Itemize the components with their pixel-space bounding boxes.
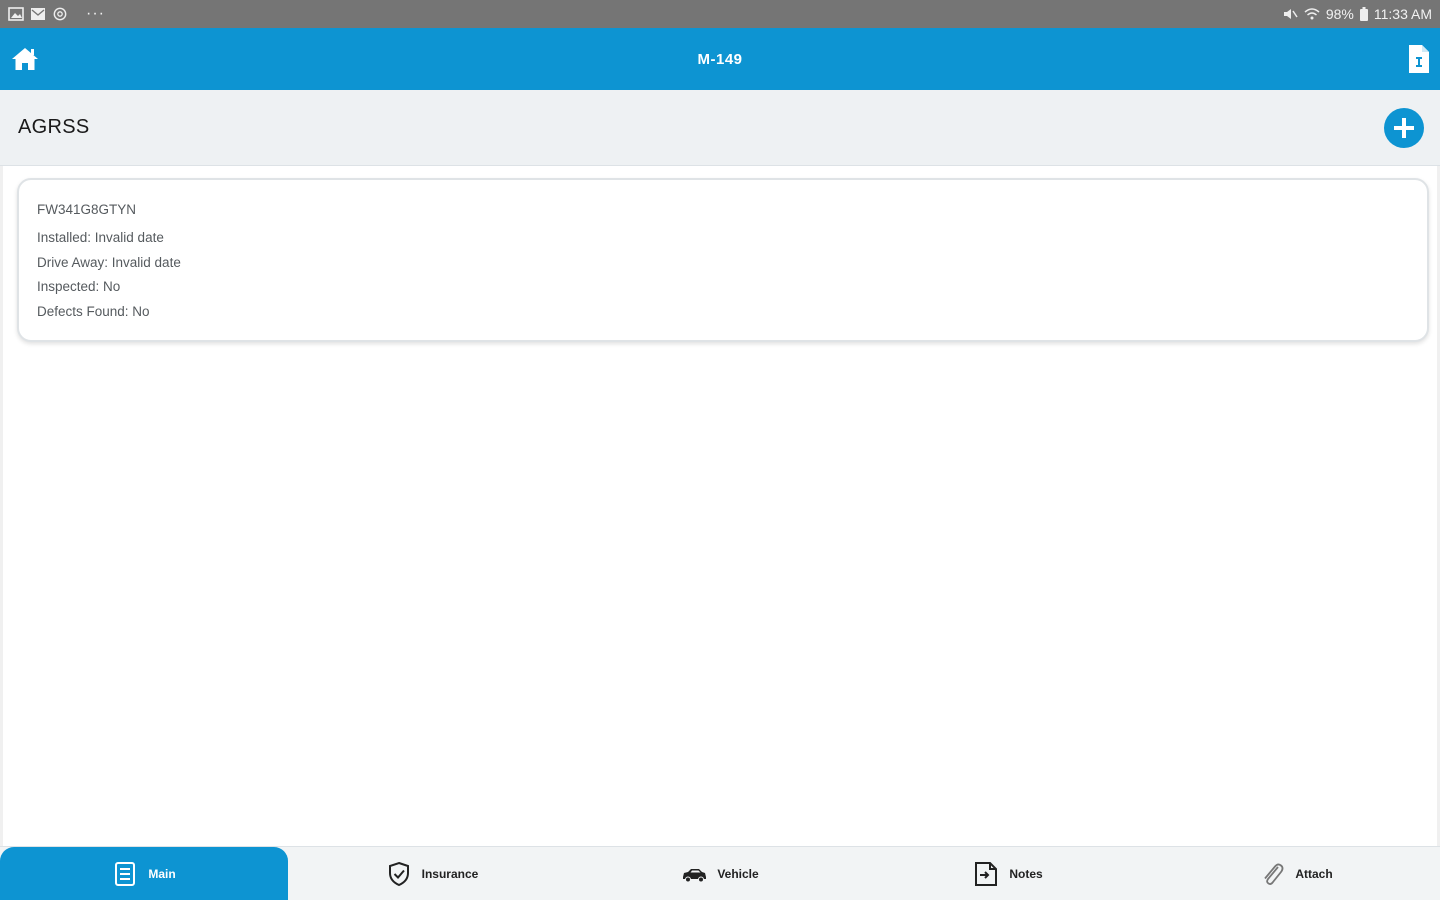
clock: 11:33 AM	[1373, 6, 1432, 22]
nav-tab-notes[interactable]: Notes	[864, 847, 1152, 900]
car-icon	[683, 869, 707, 883]
nav-label-main: Main	[148, 867, 176, 881]
nav-label-attach: Attach	[1295, 867, 1333, 881]
record-defects-found: Defects Found: No	[37, 303, 150, 319]
wifi-icon	[1304, 8, 1320, 20]
home-icon[interactable]	[10, 45, 40, 73]
agrss-record-card[interactable]: FW341G8GTYN Installed: Invalid date Driv…	[17, 178, 1429, 342]
mail-icon	[31, 8, 45, 20]
nav-tab-vehicle[interactable]: Vehicle	[576, 847, 864, 900]
content-area: FW341G8GTYN Installed: Invalid date Driv…	[0, 166, 1440, 846]
record-drive-away: Drive Away: Invalid date	[37, 254, 181, 270]
plus-icon	[1394, 118, 1414, 138]
section-title: AGRSS	[18, 116, 90, 138]
main-icon	[115, 862, 136, 886]
status-bar: ··· 98% 11:33 AM	[0, 0, 1440, 28]
more-notifications-icon: ···	[86, 5, 105, 22]
app-header: M-149	[0, 28, 1440, 90]
battery-percent: 98%	[1325, 6, 1354, 22]
paperclip-icon	[1264, 863, 1284, 885]
nav-tab-attach[interactable]: Attach	[1152, 847, 1440, 900]
status-notifications: ···	[8, 5, 105, 22]
email-at-icon	[53, 7, 67, 21]
notes-icon	[975, 862, 998, 886]
status-system: 98% 11:33 AM	[1282, 6, 1432, 22]
bottom-nav: Main Insurance Vehicle Notes Attach	[0, 846, 1440, 900]
section-header: AGRSS	[0, 90, 1440, 166]
nav-tab-main[interactable]: Main	[0, 847, 288, 900]
nav-label-insurance: Insurance	[421, 867, 479, 881]
page-title: M-149	[697, 50, 743, 68]
record-id: FW341G8GTYN	[37, 202, 137, 217]
gallery-icon	[8, 7, 24, 21]
nav-tab-insurance[interactable]: Insurance	[288, 847, 576, 900]
nav-label-notes: Notes	[1009, 867, 1043, 881]
battery-icon	[1359, 7, 1368, 21]
shield-check-icon	[388, 861, 409, 887]
nav-label-vehicle: Vehicle	[717, 867, 759, 881]
mute-icon	[1283, 9, 1298, 19]
add-button[interactable]	[1384, 108, 1424, 148]
record-installed: Installed: Invalid date	[37, 230, 164, 245]
document-icon[interactable]	[1408, 44, 1430, 74]
record-inspected: Inspected: No	[37, 279, 121, 294]
